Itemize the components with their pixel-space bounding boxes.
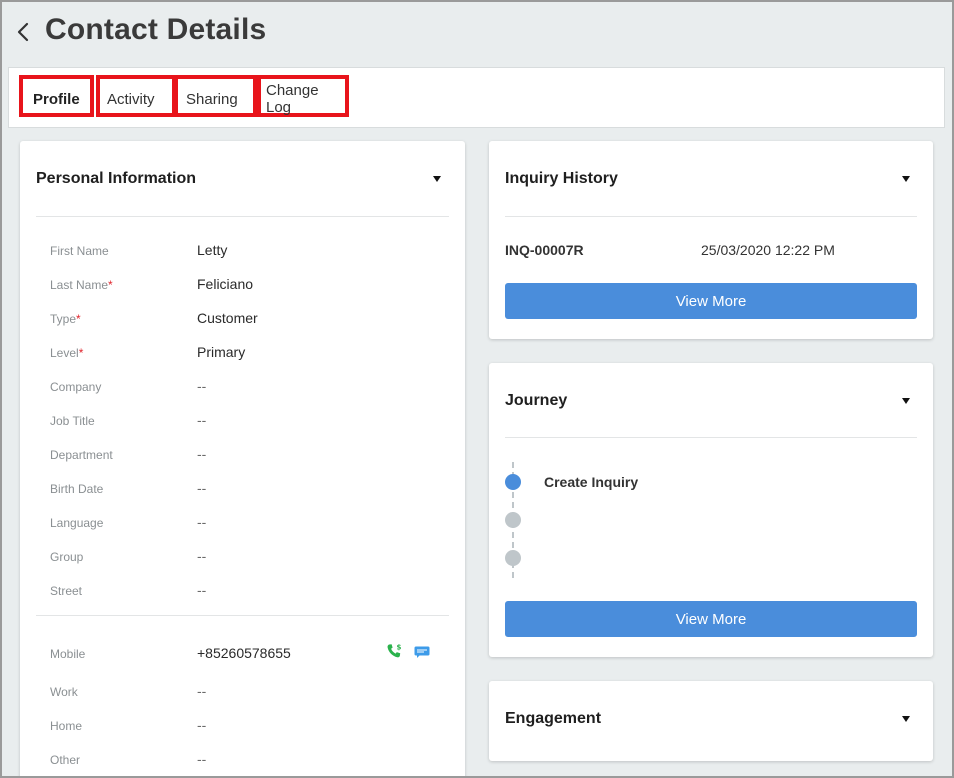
divider [36,615,449,616]
field-label-group: Group [50,550,84,564]
field-label-level: Level* [50,346,84,360]
field-label-first-name: First Name [50,244,109,258]
personal-information-card: Personal Information First Name Letty La… [20,141,465,778]
field-value-first-name: Letty [197,242,228,258]
field-value-job-title: -- [197,412,207,428]
field-label-birth-date: Birth Date [50,482,104,496]
tab-activity[interactable]: Activity [96,75,176,117]
field-label-street: Street [50,584,83,598]
field-label-job-title: Job Title [50,414,95,428]
field-label-last-name: Last Name* [50,278,113,292]
field-label-company: Company [50,380,102,394]
tab-change-log[interactable]: Change Log [257,75,349,117]
phone-call-icon[interactable]: $ [386,643,402,659]
field-label-other: Other [50,753,81,767]
field-value-level: Primary [197,344,246,360]
inquiry-history-card: Inquiry History INQ-00007R 25/03/2020 12… [489,141,933,339]
page-header: Contact Details [0,0,954,64]
card-title: Engagement [505,710,602,727]
tab-label: Profile [33,90,80,108]
tab-label: Change Log [266,82,319,116]
required-mark: * [78,346,84,360]
inquiry-id[interactable]: INQ-00007R [505,242,584,258]
caret-down-icon[interactable] [902,716,910,722]
field-value-birth-date: -- [197,480,207,496]
field-label-department: Department [50,448,113,462]
timeline-step-done [505,474,521,490]
journey-card: Journey Create Inquiry View More [489,363,933,657]
timeline-step-pending [505,550,521,566]
field-value-mobile: +85260578655 [197,645,291,661]
chevron-left-icon[interactable] [14,20,32,44]
field-value-last-name: Feliciano [197,276,254,292]
field-label-home: Home [50,719,83,733]
caret-down-icon[interactable] [433,176,441,182]
timeline-step-pending [505,512,521,528]
caret-down-icon[interactable] [902,176,910,182]
field-value-type: Customer [197,310,258,326]
svg-text:$: $ [397,644,402,652]
divider [505,216,917,217]
divider [36,216,449,217]
engagement-card: Engagement [489,681,933,761]
sms-icon[interactable] [414,646,430,658]
field-label-work: Work [50,685,78,699]
view-more-button[interactable]: View More [505,601,917,637]
field-value-department: -- [197,446,207,462]
field-value-work: -- [197,683,207,699]
field-value-street: -- [197,582,207,598]
inquiry-date: 25/03/2020 12:22 PM [701,242,835,258]
card-title: Journey [505,392,568,409]
view-more-button[interactable]: View More [505,283,917,319]
divider [505,437,917,438]
field-value-other: -- [197,751,207,767]
timeline-step-label: Create Inquiry [544,474,639,490]
field-label-mobile: Mobile [50,647,86,661]
field-label-language: Language [50,516,104,530]
field-label-type: Type* [50,312,81,326]
card-title: Inquiry History [505,170,618,187]
required-mark: * [76,312,81,326]
tab-profile[interactable]: Profile [19,75,94,117]
caret-down-icon[interactable] [902,398,910,404]
tab-label: Activity [107,90,155,108]
tab-sharing[interactable]: Sharing [174,75,257,117]
field-value-home: -- [197,717,207,733]
tab-bar: Profile Activity Sharing Change Log [8,67,945,128]
required-mark: * [108,278,113,292]
card-title: Personal Information [36,170,197,187]
field-value-company: -- [197,378,207,394]
field-value-group: -- [197,548,207,564]
tab-label: Sharing [186,90,238,108]
page-title: Contact Details [45,13,267,46]
field-value-language: -- [197,514,207,530]
